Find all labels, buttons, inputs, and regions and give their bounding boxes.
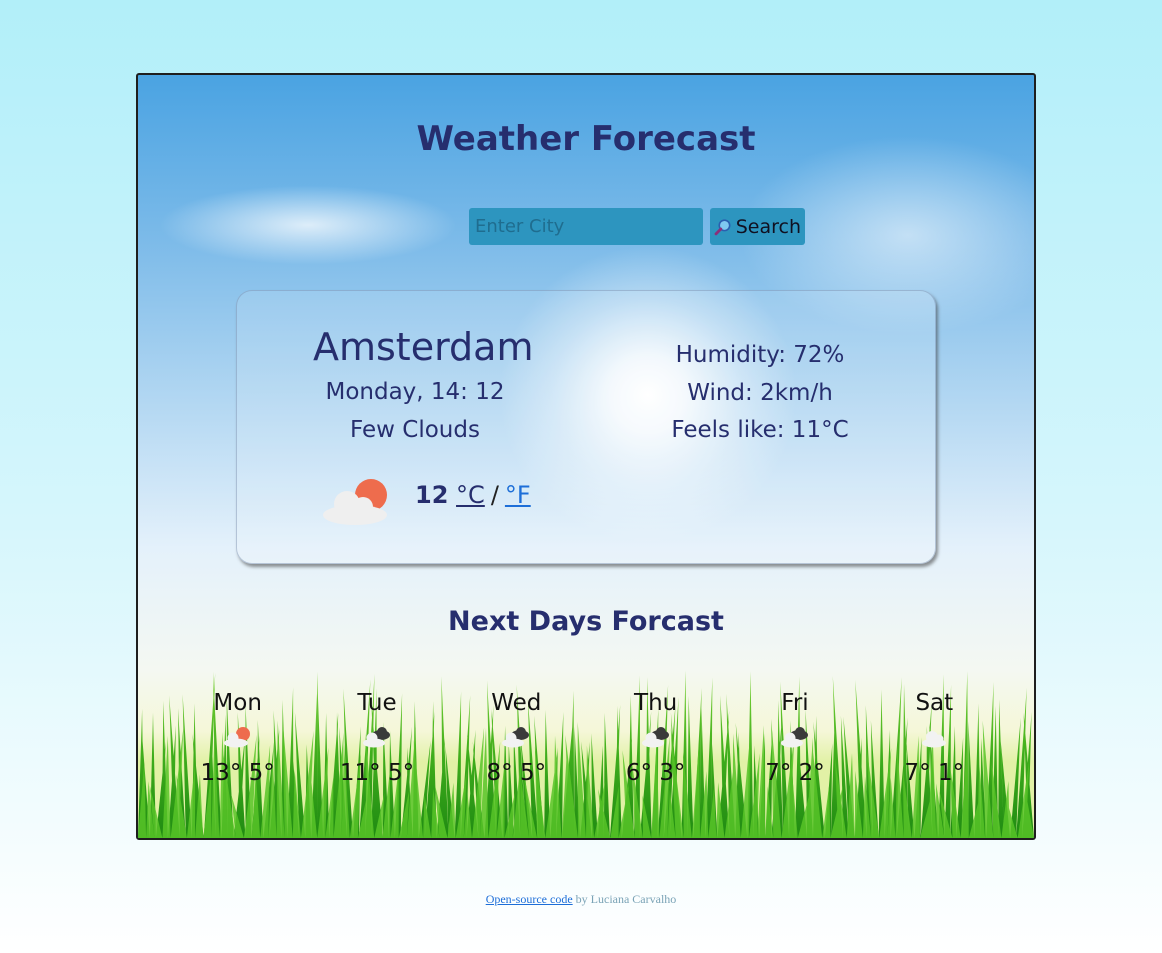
forecast-day: Sat 7° 1°: [865, 686, 1004, 786]
feels-like: Feels like: 11°C: [671, 417, 849, 443]
weather-app: Weather Forecast Search Amsterdam Monday…: [136, 73, 1036, 840]
day-name: Mon: [213, 690, 262, 716]
day-temperatures: 8° 5°: [486, 760, 547, 786]
source-code-link[interactable]: Open-source code: [486, 892, 573, 906]
humidity: Humidity: 72%: [675, 342, 845, 368]
current-datetime: Monday, 14: 12: [325, 379, 505, 405]
city-search-input[interactable]: [469, 208, 703, 245]
day-temperatures: 7° 2°: [765, 760, 825, 786]
footer: Open-source code by Luciana Carvalho: [0, 892, 1162, 907]
current-weather-card: Amsterdam Monday, 14: 12 Few Clouds 12 °…: [236, 290, 936, 564]
forecast-title: Next Days Forcast: [448, 606, 724, 637]
temperature-display: 12 °C / °F: [415, 481, 531, 509]
broken-clouds-icon: [641, 727, 669, 748]
wind: Wind: 2km/h: [687, 379, 833, 406]
forecast-day: Thu 6° 3°: [586, 686, 725, 786]
sun-behind-cloud-icon: [323, 479, 387, 525]
app-title: Weather Forecast: [416, 119, 756, 159]
city-name: Amsterdam: [313, 325, 534, 369]
day-temperatures: 6° 3°: [625, 760, 686, 786]
search-button-label: Search: [735, 215, 801, 238]
day-temperatures: 11° 5°: [339, 760, 415, 786]
day-name: Wed: [491, 690, 542, 716]
forecast-list: Mon 13° 5° Tue 11° 5° Wed 8° 5° Thu 6° 3…: [168, 686, 1004, 786]
forecast-day: Mon 13° 5°: [168, 686, 307, 786]
search-form: Search: [469, 208, 805, 245]
search-button[interactable]: Search: [710, 208, 805, 245]
fahrenheit-link[interactable]: °F: [505, 481, 531, 509]
broken-clouds-icon: [502, 727, 530, 748]
broken-clouds-icon: [362, 727, 390, 748]
sun-cloud-icon: [223, 727, 250, 748]
background-cloud: [158, 185, 458, 265]
day-name: Fri: [781, 690, 809, 716]
day-temperatures: 13° 5°: [200, 760, 275, 786]
day-name: Thu: [634, 690, 678, 716]
day-name: Sat: [915, 690, 954, 716]
forecast-day: Fri 7° 2°: [725, 686, 864, 786]
day-temperatures: 7° 1°: [904, 760, 965, 786]
forecast-day: Wed 8° 5°: [447, 686, 586, 786]
temperature-value: 12: [415, 481, 449, 509]
unit-separator: /: [490, 481, 499, 509]
day-name: Tue: [357, 690, 397, 716]
broken-clouds-icon: [780, 727, 808, 748]
celsius-link[interactable]: °C: [456, 481, 485, 509]
weather-description: Few Clouds: [350, 417, 480, 443]
weather-details: Humidity: 72% Wind: 2km/h Feels like: 11…: [657, 337, 863, 450]
author-credit: by Luciana Carvalho: [572, 892, 677, 906]
magnifier-icon: [714, 218, 731, 235]
forecast-day: Tue 11° 5°: [307, 686, 446, 786]
cloud-icon: [922, 731, 947, 748]
